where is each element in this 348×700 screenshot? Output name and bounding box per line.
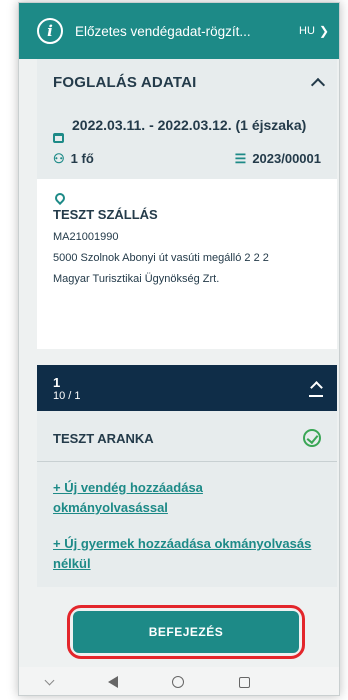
hide-keyboard-icon[interactable] [44,675,55,685]
location-pin-icon [52,190,68,206]
info-icon[interactable]: i [37,18,63,44]
booking-section-header[interactable]: FOGLALÁS ADATAI [37,59,337,105]
collapse-toggle[interactable] [309,379,323,397]
check-circle-icon [303,429,321,447]
room-header[interactable]: 1 10 / 1 [37,365,337,411]
accommodation-name: TESZT SZÁLLÁS [53,207,158,222]
booking-summary: 2022.03.11. - 2022.03.12. (1 éjszaka) ⚇ 1… [37,105,337,179]
room-number: 1 [53,374,61,390]
booking-details-card: FOGLALÁS ADATAI 2022.03.11. - 2022.03.12… [37,59,337,349]
guest-row[interactable]: TESZT ARANKA [37,411,337,447]
language-selector[interactable]: HU ❯ [299,24,329,38]
room-guest-panel: 1 10 / 1 TESZT ARANKA + Új vendég hozzáa… [37,365,337,587]
chevron-down-icon: ❯ [318,24,329,38]
chevron-up-icon [309,381,323,394]
room-subtitle: 10 / 1 [53,389,81,402]
people-icon: ⚇ [53,151,65,166]
guest-name: TESZT ARANKA [53,430,154,446]
guest-count: ⚇ 1 fő [53,151,94,167]
recent-apps-icon[interactable] [239,676,251,688]
add-guest-document-reader-link[interactable]: + Új vendég hozzáadása okmányolvasással [53,478,321,518]
back-icon[interactable] [107,676,118,688]
layers-icon: ☰ [234,151,247,166]
booking-reference-text: 2023/00001 [252,151,321,166]
top-bar: i Előzetes vendégadat-rögzít... HU ❯ [19,3,339,59]
finish-button[interactable]: BEFEJEZÉS [73,611,299,653]
guest-count-text: 1 fő [70,151,94,166]
accommodation-address: 5000 Szolnok Abonyi út vasúti megálló 2 … [53,252,269,264]
booking-section-title: FOGLALÁS ADATAI [53,73,197,91]
booking-reference: ☰ 2023/00001 [235,151,321,167]
language-label: HU [299,25,315,37]
chevron-up-icon[interactable] [310,77,326,92]
page-title: Előzetes vendégadat-rögzít... [75,23,251,39]
stay-dates: 2022.03.11. - 2022.03.12. (1 éjszaka) [53,115,321,143]
room-label: 1 10 / 1 [53,375,81,402]
stay-dates-text: 2022.03.11. - 2022.03.12. (1 éjszaka) [72,117,307,133]
registration-number: MA21001990 [53,231,119,243]
underline-bar [309,395,323,397]
operator-name: Magyar Turisztikai Ügynökség Zrt. [53,273,220,285]
android-nav-bar [19,667,339,695]
booking-meta: ⚇ 1 fő ☰ 2023/00001 [53,151,321,167]
calendar-icon [53,133,64,143]
accommodation-info: TESZT SZÁLLÁS MA21001990 5000 Szolnok Ab… [37,179,337,321]
home-icon[interactable] [172,676,185,688]
add-child-without-reader-link[interactable]: + Új gyermek hozzáadása okmányolvasás né… [53,534,321,574]
app-screen: i Előzetes vendégadat-rögzít... HU ❯ FOG… [18,2,340,696]
footer-actions: BEFEJEZÉS [19,597,339,667]
divider [37,461,337,462]
